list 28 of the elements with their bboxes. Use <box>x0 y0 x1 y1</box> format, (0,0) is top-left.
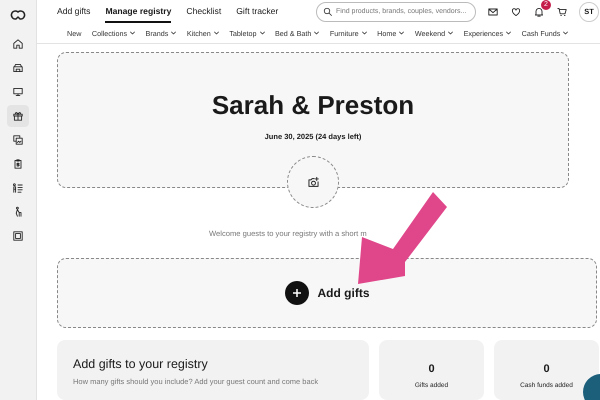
chevron-icon <box>260 31 264 35</box>
cart-icon[interactable] <box>556 6 568 18</box>
chevron-icon <box>399 31 404 35</box>
logo-icon[interactable] <box>8 8 28 22</box>
chevron-icon <box>362 31 367 35</box>
camera-icon <box>306 176 320 188</box>
nav-tab[interactable]: Add gifts <box>57 0 90 23</box>
bell-icon[interactable] <box>533 6 545 18</box>
card-title: Add gifts to your registry <box>73 357 209 371</box>
chevron-icon <box>314 31 320 35</box>
nav-tab[interactable]: Manage registry <box>105 0 172 23</box>
chevron-icon <box>171 31 176 35</box>
mail-icon[interactable] <box>487 6 499 18</box>
plus-icon <box>292 288 302 298</box>
search-icon <box>323 6 333 16</box>
couple-names: Sarah & Preston <box>212 90 414 121</box>
nav-tab[interactable]: Checklist <box>186 0 222 23</box>
stat-value: 0 <box>543 363 550 375</box>
add-gifts-button[interactable]: Add gifts <box>57 258 597 328</box>
nav-tab[interactable]: Gift tracker <box>236 0 278 23</box>
chevron-icon <box>214 31 219 35</box>
chevron-icon <box>448 31 454 35</box>
heart-icon[interactable] <box>510 6 522 18</box>
chevron-icon <box>563 31 568 35</box>
chevron-icon <box>506 31 512 35</box>
stat-value: 0 <box>428 363 435 375</box>
chevron-icon <box>130 31 136 35</box>
gift-icon[interactable] <box>7 105 29 127</box>
